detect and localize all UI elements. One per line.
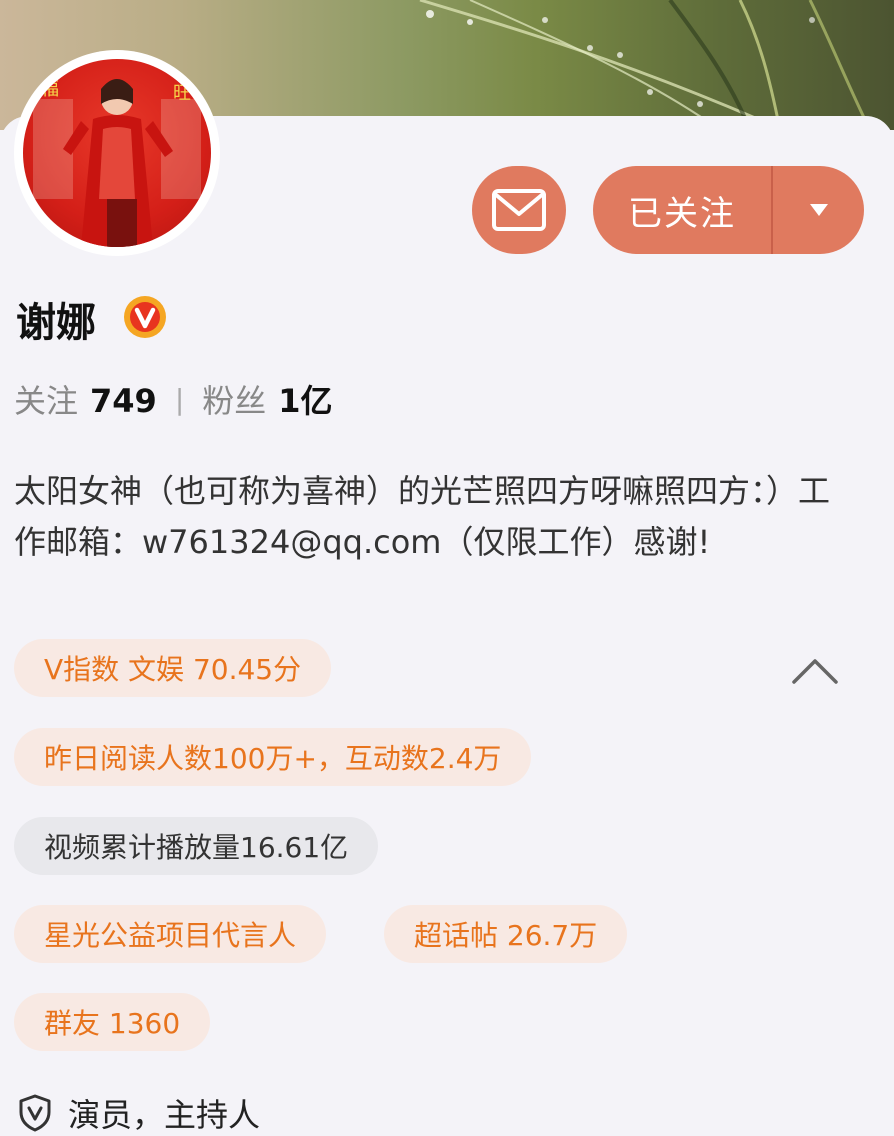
profile-bio: 太阳女神（也可称为喜神）的光芒照四方呀嘛照四方：）工作邮箱：w761324@qq… bbox=[14, 472, 831, 561]
verified-v-badge-icon[interactable] bbox=[122, 294, 168, 344]
following-stat[interactable]: 关注 749 bbox=[14, 376, 157, 422]
group-friends-tag[interactable]: 群友 1360 bbox=[14, 993, 211, 1051]
following-label: 关注 bbox=[14, 382, 79, 420]
svg-text:福: 福 bbox=[41, 79, 59, 100]
followers-count: 1亿 bbox=[278, 382, 333, 420]
shield-v-icon bbox=[19, 1094, 51, 1132]
occupation-text: 演员，主持人 bbox=[68, 1096, 261, 1134]
chevron-up-icon bbox=[792, 659, 838, 684]
collapse-button[interactable] bbox=[790, 656, 840, 690]
follow-button-group: 已关注 bbox=[593, 166, 864, 254]
avatar-photo: 福 旺 bbox=[23, 59, 211, 247]
followed-button[interactable]: 已关注 bbox=[593, 186, 771, 235]
occupation-row: 演员，主持人 bbox=[18, 1090, 260, 1136]
stats-separator: | bbox=[174, 382, 185, 416]
followers-label: 粉丝 bbox=[202, 382, 267, 420]
charity-ambassador-tag[interactable]: 星光公益项目代言人 bbox=[14, 905, 327, 963]
followers-stat[interactable]: 粉丝 1亿 bbox=[202, 376, 332, 422]
profile-card bbox=[0, 116, 894, 1134]
following-count: 749 bbox=[90, 382, 157, 420]
profile-name: 谢娜 bbox=[16, 300, 96, 346]
svg-text:旺: 旺 bbox=[173, 83, 191, 104]
video-plays-tag[interactable]: 视频累计播放量16.61亿 bbox=[14, 817, 379, 875]
message-button[interactable] bbox=[472, 166, 566, 254]
follow-dropdown-button[interactable] bbox=[773, 203, 864, 217]
follow-stats: 关注 749 | 粉丝 1亿 bbox=[14, 376, 333, 422]
mail-icon bbox=[492, 189, 546, 231]
v-index-tag[interactable]: V指数 文娱 70.45分 bbox=[14, 639, 332, 697]
reading-stats-tag[interactable]: 昨日阅读人数100万+，互动数2.4万 bbox=[14, 728, 532, 786]
caret-down-icon bbox=[809, 204, 828, 216]
super-topic-tag[interactable]: 超话帖 26.7万 bbox=[384, 905, 628, 963]
avatar[interactable]: 福 旺 bbox=[14, 50, 220, 256]
